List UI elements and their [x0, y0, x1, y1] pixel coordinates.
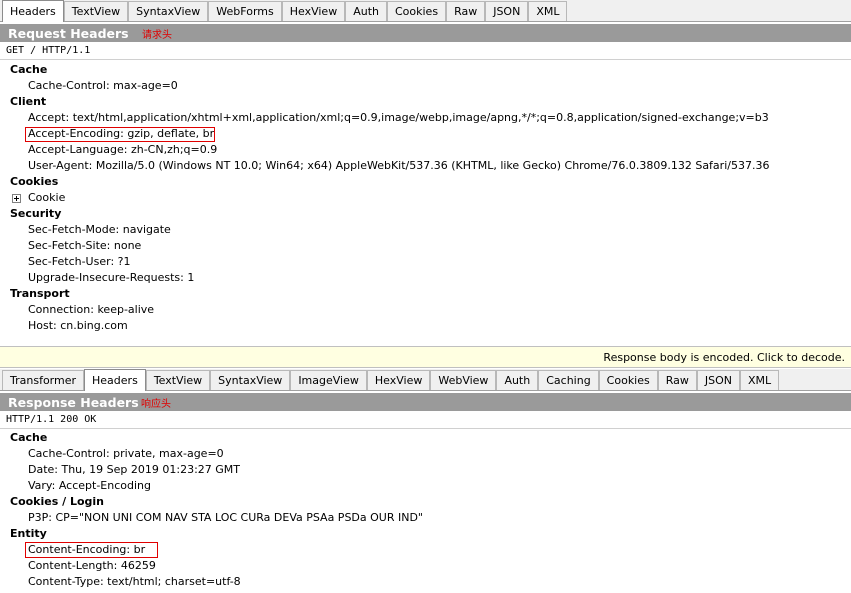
- response-tab-hexview[interactable]: HexView: [366, 370, 431, 390]
- request-header-row[interactable]: Sec-Fetch-User: ?1: [28, 255, 130, 269]
- request-tab-raw[interactable]: Raw: [446, 1, 486, 21]
- request-group-transport: Transport: [10, 287, 70, 300]
- request-header-row[interactable]: Connection: keep-alive: [28, 303, 154, 317]
- response-tab-textview[interactable]: TextView: [145, 370, 211, 390]
- response-tab-json[interactable]: JSON: [696, 370, 741, 390]
- request-tab-bar: Headers TextView SyntaxView WebForms Hex…: [0, 0, 851, 22]
- response-header-row[interactable]: Date: Thu, 19 Sep 2019 01:23:27 GMT: [28, 463, 240, 477]
- response-tab-syntaxview[interactable]: SyntaxView: [210, 370, 291, 390]
- response-tab-headers[interactable]: Headers: [84, 369, 146, 391]
- request-group-cache: Cache: [10, 63, 48, 76]
- response-tab-xml[interactable]: XML: [740, 370, 780, 390]
- request-header-row[interactable]: User-Agent: Mozilla/5.0 (Windows NT 10.0…: [28, 159, 769, 173]
- response-header-row[interactable]: Cache-Control: private, max-age=0: [28, 447, 224, 461]
- request-header-row[interactable]: Cache-Control: max-age=0: [28, 79, 178, 93]
- response-headers-title: Response Headers 响应头: [0, 393, 851, 411]
- response-group-cache: Cache: [10, 431, 48, 444]
- request-group-client: Client: [10, 95, 47, 108]
- response-group-cookies-login: Cookies / Login: [10, 495, 104, 508]
- response-tab-cookies[interactable]: Cookies: [598, 370, 658, 390]
- request-header-row[interactable]: Sec-Fetch-Site: none: [28, 239, 141, 253]
- request-tab-auth[interactable]: Auth: [345, 1, 387, 21]
- request-header-row[interactable]: Host: cn.bing.com: [28, 319, 128, 333]
- request-tab-cookies[interactable]: Cookies: [386, 1, 447, 21]
- request-tab-hexview[interactable]: HexView: [281, 1, 346, 21]
- decode-notice-bar[interactable]: Response body is encoded. Click to decod…: [0, 346, 851, 368]
- request-tab-json[interactable]: JSON: [485, 1, 529, 21]
- response-tab-transformer[interactable]: Transformer: [2, 370, 85, 390]
- response-header-row[interactable]: Content-Length: 46259: [28, 559, 156, 573]
- expand-plus-icon[interactable]: [12, 193, 21, 203]
- response-header-row[interactable]: Content-Type: text/html; charset=utf-8: [28, 575, 241, 589]
- request-headers-title: Request Headers 请求头: [0, 24, 851, 42]
- response-headers-annotation: 响应头: [141, 398, 171, 410]
- request-group-cookies: Cookies: [10, 175, 59, 188]
- request-headers-annotation: 请求头: [142, 29, 172, 41]
- response-tab-bar: Transformer Headers TextView SyntaxView …: [0, 369, 851, 391]
- response-tab-imageview[interactable]: ImageView: [290, 370, 367, 390]
- request-header-row[interactable]: Accept: text/html,application/xhtml+xml,…: [28, 111, 769, 125]
- response-tab-caching[interactable]: Caching: [538, 370, 599, 390]
- response-tab-auth[interactable]: Auth: [496, 370, 539, 390]
- response-header-row[interactable]: Vary: Accept-Encoding: [28, 479, 151, 493]
- request-header-row[interactable]: Accept-Language: zh-CN,zh;q=0.9: [28, 143, 217, 157]
- response-group-entity: Entity: [10, 527, 47, 540]
- accept-encoding-highlight-box: [25, 127, 215, 142]
- request-header-row[interactable]: Upgrade-Insecure-Requests: 1: [28, 271, 194, 285]
- request-tab-syntaxview[interactable]: SyntaxView: [128, 1, 209, 21]
- request-tab-textview[interactable]: TextView: [63, 1, 129, 21]
- status-line: HTTP/1.1 200 OK: [0, 411, 851, 429]
- request-headers-title-text: Request Headers: [8, 25, 129, 41]
- decode-notice-text[interactable]: Response body is encoded. Click to decod…: [603, 351, 845, 364]
- response-tab-raw[interactable]: Raw: [657, 370, 697, 390]
- content-encoding-highlight-box: [25, 542, 158, 558]
- request-tab-headers[interactable]: Headers: [2, 0, 64, 22]
- response-tab-webview[interactable]: WebView: [430, 370, 497, 390]
- response-header-row[interactable]: P3P: CP="NON UNI COM NAV STA LOC CURa DE…: [28, 511, 423, 525]
- request-tab-xml[interactable]: XML: [528, 1, 568, 21]
- request-tab-webforms[interactable]: WebForms: [208, 1, 282, 21]
- response-headers-title-text: Response Headers: [8, 394, 139, 410]
- cookie-tree-item[interactable]: Cookie: [12, 191, 65, 205]
- request-header-row[interactable]: Sec-Fetch-Mode: navigate: [28, 223, 171, 237]
- cookie-item-label: Cookie: [28, 191, 66, 204]
- request-group-security: Security: [10, 207, 62, 220]
- request-line: GET / HTTP/1.1: [0, 42, 851, 60]
